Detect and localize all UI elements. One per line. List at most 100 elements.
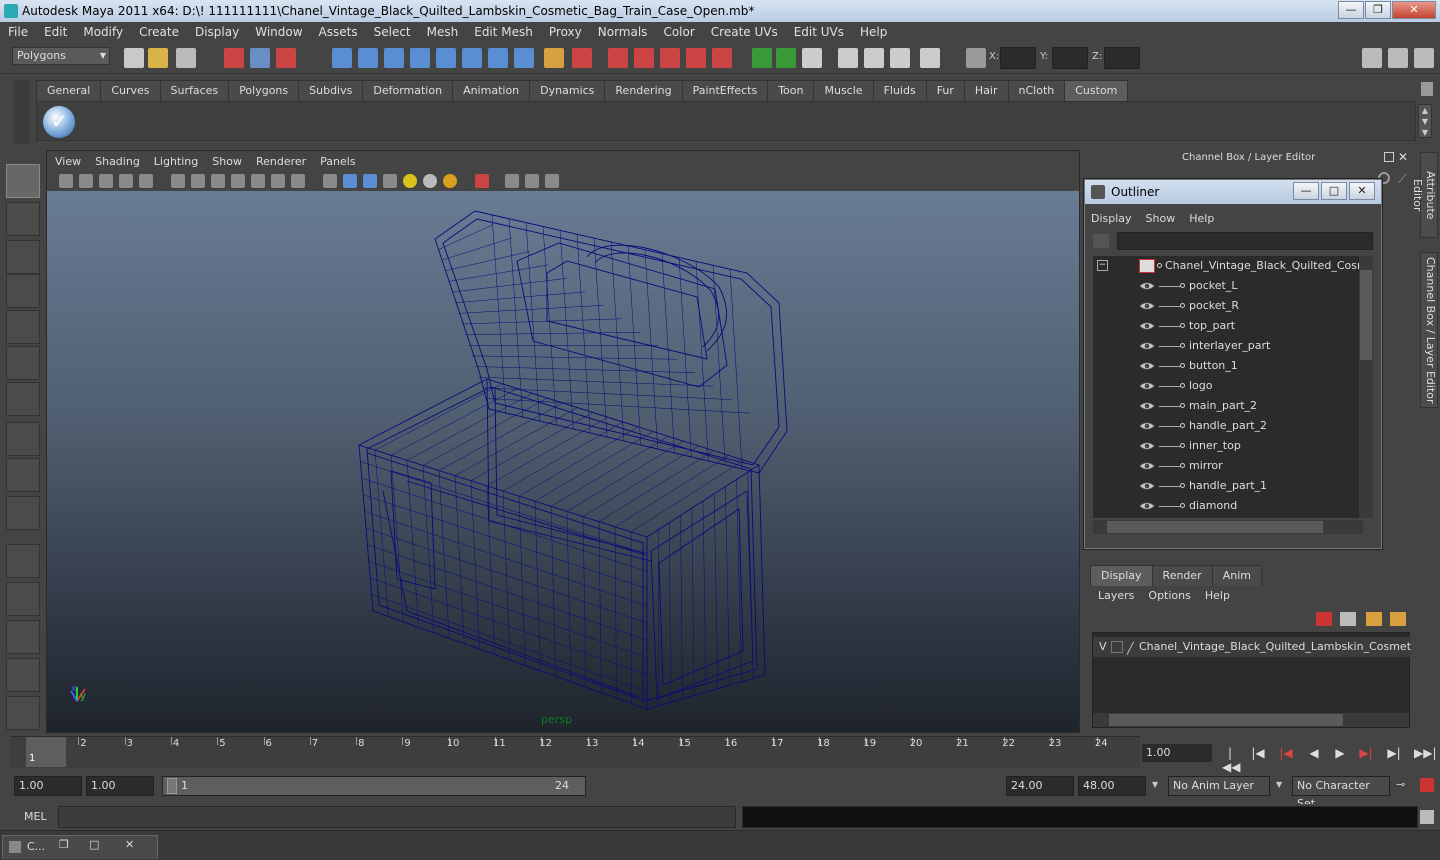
command-input[interactable]: [58, 806, 736, 828]
time-slider[interactable]: 123456789101112131415161718192021222324 …: [10, 736, 1140, 768]
menu-assets[interactable]: Assets: [311, 25, 366, 39]
float-panel-icon[interactable]: [1384, 152, 1394, 162]
show-tool-settings-icon[interactable]: [864, 48, 884, 68]
outliner-item-row[interactable]: pocket_R: [1093, 296, 1363, 316]
bookmarks-icon[interactable]: [79, 174, 93, 188]
outliner-menu-help[interactable]: Help: [1189, 212, 1214, 225]
toggle-channel-box-icon[interactable]: [1388, 48, 1408, 68]
grid-icon[interactable]: [171, 174, 185, 188]
collapse-toggle-icon[interactable]: −: [1097, 260, 1108, 271]
persp-outliner-layout-icon[interactable]: [6, 620, 40, 654]
resolution-gate-icon[interactable]: [211, 174, 225, 188]
universal-manipulator-icon[interactable]: [6, 382, 40, 416]
xray-joints-icon[interactable]: [525, 174, 539, 188]
menu-file[interactable]: File: [0, 25, 36, 39]
character-set-dropdown[interactable]: No Character Set: [1292, 776, 1390, 810]
shelf-tab-painteffects[interactable]: PaintEffects: [681, 80, 769, 101]
move-layer-down-icon[interactable]: [1340, 612, 1356, 626]
close-panel-icon[interactable]: ✕: [1398, 150, 1408, 164]
shelf-tab-toon[interactable]: Toon: [767, 80, 815, 101]
filter-icon[interactable]: [1093, 234, 1109, 248]
scale-tool-icon[interactable]: [6, 346, 40, 380]
xray-active-components-icon[interactable]: [545, 174, 559, 188]
toggle-layer-editor-icon[interactable]: [1414, 48, 1434, 68]
single-perspective-layout-icon[interactable]: [6, 544, 40, 578]
checkmark-shelf-icon[interactable]: [43, 106, 75, 138]
step-back-key-icon[interactable]: |◀: [1278, 746, 1294, 760]
soft-modification-icon[interactable]: [6, 422, 40, 456]
menu-help[interactable]: Help: [852, 25, 895, 39]
shelf-tab-deformation[interactable]: Deformation: [362, 80, 454, 101]
input-line-mode-icon[interactable]: [776, 48, 796, 68]
gate-mask-icon[interactable]: [231, 174, 245, 188]
outliner-vscrollbar[interactable]: [1359, 256, 1373, 518]
safe-action-icon[interactable]: [271, 174, 285, 188]
minimized-window[interactable]: C... ❐ □ ✕: [2, 835, 158, 859]
animation-preferences-icon[interactable]: [1420, 778, 1434, 792]
script-editor-icon[interactable]: [1420, 810, 1434, 824]
two-d-pan-zoom-icon[interactable]: [119, 174, 133, 188]
outliner-item-row[interactable]: interlayer_part: [1093, 336, 1363, 356]
vp-menu-panels[interactable]: Panels: [320, 155, 355, 168]
snap-to-point-icon[interactable]: [384, 48, 404, 68]
outliner-item-row[interactable]: button_1: [1093, 356, 1363, 376]
show-channel-box-icon[interactable]: [890, 48, 910, 68]
menu-mesh[interactable]: Mesh: [419, 25, 467, 39]
lasso-tool-icon[interactable]: [6, 202, 40, 236]
current-frame-field[interactable]: 1.00: [1142, 744, 1212, 762]
render-view-icon[interactable]: [608, 48, 628, 68]
outliner-menu-display[interactable]: Display: [1091, 212, 1132, 225]
outliner-hscrollbar[interactable]: [1093, 520, 1363, 534]
menu-select[interactable]: Select: [366, 25, 419, 39]
outliner-root-row[interactable]: − Chanel_Vintage_Black_Quilted_Cosmetic: [1093, 256, 1363, 276]
layer-tab-display[interactable]: Display: [1090, 565, 1153, 586]
show-manipulator-icon[interactable]: [6, 458, 40, 492]
history-icon[interactable]: [462, 48, 482, 68]
snap-to-grid-icon[interactable]: [332, 48, 352, 68]
step-back-frame-icon[interactable]: |◀: [1250, 746, 1266, 760]
x-input[interactable]: [1000, 47, 1036, 69]
help-question-icon[interactable]: [514, 48, 534, 68]
outliner-minimize-button[interactable]: —: [1293, 182, 1319, 200]
shelf-tab-fluids[interactable]: Fluids: [872, 80, 927, 101]
safe-title-icon[interactable]: [291, 174, 305, 188]
wireframe-icon[interactable]: [323, 174, 337, 188]
absolute-transform-icon[interactable]: [966, 48, 986, 68]
outliner-item-row[interactable]: handle_part_1: [1093, 476, 1363, 496]
toggle-outliner-icon[interactable]: [1362, 48, 1382, 68]
input-line-icon[interactable]: [752, 48, 772, 68]
smooth-shade-icon[interactable]: [343, 174, 357, 188]
shelf-tab-fur[interactable]: Fur: [925, 80, 965, 101]
construction-history-icon[interactable]: [488, 48, 508, 68]
animation-end-field[interactable]: 48.00: [1078, 776, 1146, 796]
outliner-item-row[interactable]: top_part: [1093, 316, 1363, 336]
shelf-tab-dynamics[interactable]: Dynamics: [529, 80, 606, 101]
layer-color-icon[interactable]: ╱: [1127, 639, 1134, 657]
menu-create[interactable]: Create: [131, 25, 187, 39]
open-scene-icon[interactable]: [148, 48, 168, 68]
shelf-tab-surfaces[interactable]: Surfaces: [159, 80, 230, 101]
move-tool-icon[interactable]: [6, 274, 40, 308]
select-by-component-icon[interactable]: [276, 48, 296, 68]
layer-menu-layers[interactable]: Layers: [1098, 589, 1134, 602]
film-gate-icon[interactable]: [191, 174, 205, 188]
xray-icon[interactable]: [505, 174, 519, 188]
menu-create-uvs[interactable]: Create UVs: [703, 25, 786, 39]
minimized-restore-icon[interactable]: ❐: [59, 838, 69, 851]
menu-modify[interactable]: Modify: [75, 25, 131, 39]
wand-icon[interactable]: ⟋: [1398, 172, 1412, 186]
render-current-frame-icon[interactable]: [634, 48, 654, 68]
outliner-item-row[interactable]: inner_top: [1093, 436, 1363, 456]
snap-to-curve-icon[interactable]: [358, 48, 378, 68]
outliner-item-row[interactable]: mirror: [1093, 456, 1363, 476]
step-forward-key-icon[interactable]: ▶|: [1358, 746, 1374, 760]
grease-pencil-icon[interactable]: [139, 174, 153, 188]
animation-start-field[interactable]: 1.00: [14, 776, 82, 796]
shelf-scroll-arrows[interactable]: ▲ ▼ ▼: [1418, 104, 1432, 138]
z-input[interactable]: [1104, 47, 1140, 69]
vp-menu-lighting[interactable]: Lighting: [154, 155, 198, 168]
outliner-vscroll-thumb[interactable]: [1360, 270, 1372, 360]
shelf-tab-rendering[interactable]: Rendering: [604, 80, 683, 101]
menu-set-dropdown[interactable]: Polygons: [12, 47, 110, 65]
persp-graph-layout-icon[interactable]: [6, 658, 40, 692]
